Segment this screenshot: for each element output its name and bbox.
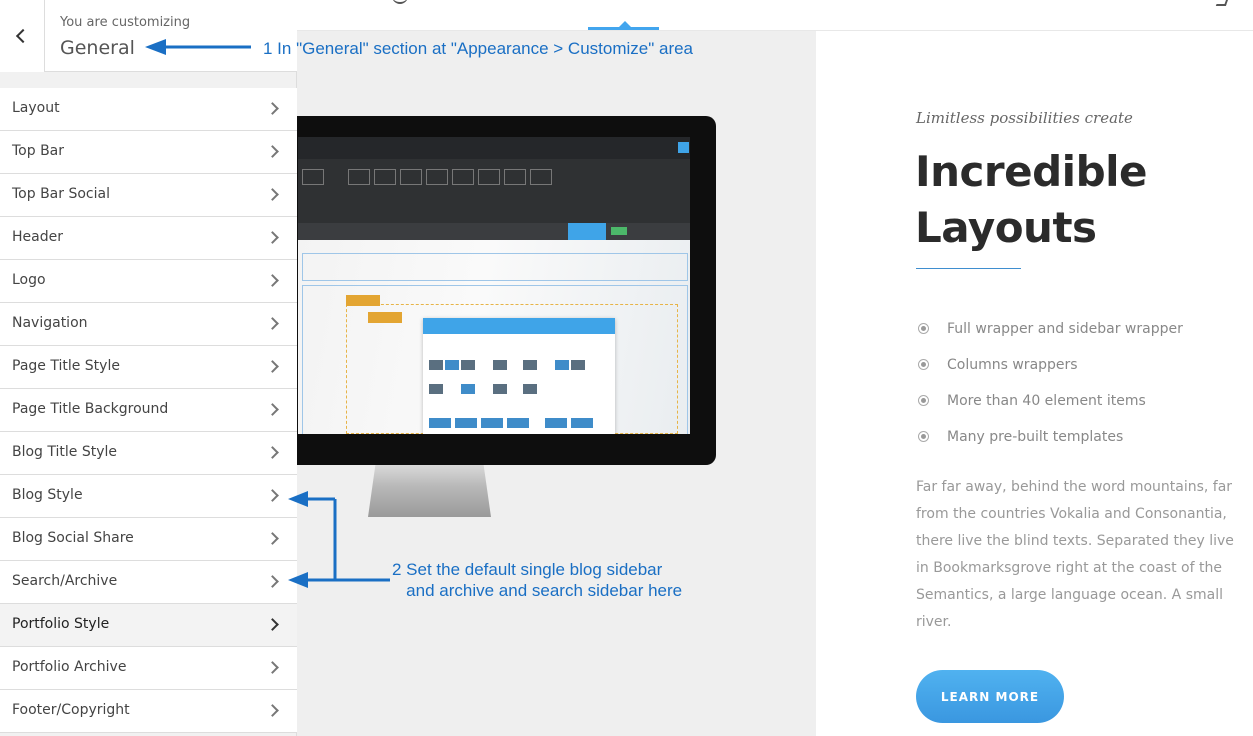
feature-item: Many pre-built templates [916, 429, 1183, 465]
feature-item: Columns wrappers [916, 357, 1183, 393]
chevron-right-icon [266, 661, 279, 674]
chevron-right-icon [266, 317, 279, 330]
annotation-note-2: 2 Set the default single blog sidebar an… [392, 560, 683, 600]
radio-bullet-icon [918, 395, 929, 406]
chevron-right-icon [266, 618, 279, 631]
menu-item-page-title-background[interactable]: Page Title Background [0, 389, 297, 432]
radio-bullet-icon [918, 359, 929, 370]
chevron-right-icon [266, 145, 279, 158]
menu-item-logo[interactable]: Logo [0, 260, 297, 303]
menu-item-blog-title-style[interactable]: Blog Title Style [0, 432, 297, 475]
section-title: General [60, 37, 135, 59]
nav-active-caret [619, 21, 631, 27]
feature-item: Full wrapper and sidebar wrapper [916, 321, 1183, 357]
tagline: Limitless possibilities create [916, 109, 1133, 127]
customizer-sidebar: You are customizing General Layout Top B… [0, 0, 297, 736]
headline-underline [916, 268, 1021, 269]
monitor-screen [298, 137, 690, 434]
nav-item-fragment [392, 0, 408, 4]
menu-item-footer-copyright[interactable]: Footer/Copyright [0, 690, 297, 733]
feature-list: Full wrapper and sidebar wrapper Columns… [916, 321, 1183, 465]
screen-builder-toolbar [298, 137, 690, 240]
screen-dialog [423, 318, 615, 434]
back-button[interactable] [0, 0, 45, 72]
description-paragraph: Far far away, behind the word mountains,… [916, 479, 1234, 630]
chevron-right-icon [266, 446, 279, 459]
learn-more-button[interactable]: LEARN MORE [916, 670, 1064, 723]
menu-item-search-archive[interactable]: Search/Archive [0, 561, 297, 604]
customizer-header: You are customizing General [0, 0, 297, 72]
chevron-right-icon [266, 188, 279, 201]
customizing-label: You are customizing [60, 15, 191, 30]
chevron-right-icon [266, 360, 279, 373]
feature-text-panel: Limitless possibilities create Incredibl… [816, 31, 1253, 736]
menu-item-top-bar-social[interactable]: Top Bar Social [0, 174, 297, 217]
nav-active-indicator [588, 27, 659, 30]
chevron-right-icon [266, 102, 279, 115]
menu-item-portfolio-style[interactable]: Portfolio Style [0, 604, 297, 647]
menu-item-portfolio-archive[interactable]: Portfolio Archive [0, 647, 297, 690]
screen-builder-canvas [298, 240, 690, 434]
monitor-stand [368, 465, 491, 517]
chevron-right-icon [266, 532, 279, 545]
customizer-menu: Layout Top Bar Top Bar Social Header Log… [0, 88, 297, 733]
chevron-left-icon [15, 28, 31, 44]
nav-icon-fragment [1215, 0, 1231, 6]
menu-item-top-bar[interactable]: Top Bar [0, 131, 297, 174]
radio-bullet-icon [918, 323, 929, 334]
menu-item-page-title-style[interactable]: Page Title Style [0, 346, 297, 389]
headline: Incredible Layouts [915, 147, 1148, 252]
chevron-right-icon [266, 489, 279, 502]
menu-item-navigation[interactable]: Navigation [0, 303, 297, 346]
chevron-right-icon [266, 575, 279, 588]
menu-item-blog-style[interactable]: Blog Style [0, 475, 297, 518]
radio-bullet-icon [918, 431, 929, 442]
chevron-right-icon [266, 704, 279, 717]
chevron-right-icon [266, 274, 279, 287]
annotation-note-1: 1 In "General" section at "Appearance > … [263, 39, 694, 58]
chevron-right-icon [266, 403, 279, 416]
menu-item-header[interactable]: Header [0, 217, 297, 260]
chevron-right-icon [266, 231, 279, 244]
menu-item-layout[interactable]: Layout [0, 88, 297, 131]
menu-item-blog-social-share[interactable]: Blog Social Share [0, 518, 297, 561]
feature-item: More than 40 element items [916, 393, 1183, 429]
